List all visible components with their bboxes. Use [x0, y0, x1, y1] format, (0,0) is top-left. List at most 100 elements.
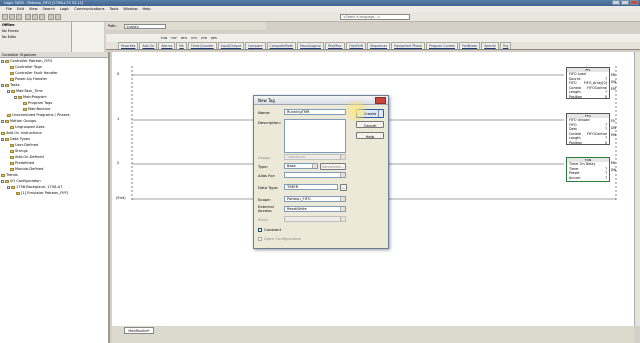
maximize-icon[interactable]	[621, 0, 629, 5]
path-select[interactable]: <none>	[124, 24, 166, 29]
name-field[interactable]: RunningTMR	[284, 109, 346, 115]
copy-icon[interactable]	[32, 14, 38, 20]
tab-bit[interactable]: Bit	[176, 42, 187, 49]
instruction-row[interactable]: Position 0	[567, 95, 609, 100]
tree-add-on-instructions[interactable]: Add-On Instructions	[1, 131, 42, 136]
collapse-icon[interactable]	[7, 186, 10, 189]
instr-ctd[interactable]: CTD	[200, 35, 208, 41]
tree-tasks[interactable]: Tasks	[1, 83, 20, 88]
collapse-icon[interactable]	[1, 138, 4, 141]
connection-button: Connection...	[320, 163, 346, 170]
tree-controller-tags[interactable]: Controller Tags	[10, 65, 42, 70]
tree-add-on-defined[interactable]: Add-On-Defined	[10, 155, 44, 160]
tree-unscheduled[interactable]: Unscheduled Programs / Phases	[7, 113, 70, 118]
tree-module-defined[interactable]: Module-Defined	[10, 167, 43, 172]
instruction-tabs: Favorites Add-On Alarms Bit Timer/Counte…	[106, 42, 640, 50]
instr-ctu[interactable]: CTU	[190, 35, 198, 41]
tree-data-types[interactable]: Data Types	[1, 137, 30, 142]
minimize-icon[interactable]	[612, 0, 620, 5]
tab-compute-math[interactable]: Compute/Math	[266, 42, 297, 49]
tree-backplane[interactable]: 1756 Backplane, 1756-A7	[7, 185, 62, 190]
tree-user-defined[interactable]: User-Defined	[10, 143, 38, 148]
tree-trends[interactable]: Trends	[1, 173, 18, 178]
instr-ton[interactable]: TON	[160, 35, 168, 41]
scope-label: Scope:	[258, 197, 271, 202]
folder-icon	[10, 72, 14, 75]
collapse-icon[interactable]	[1, 60, 4, 63]
data-type-field[interactable]: TIMER	[284, 184, 338, 190]
usage-select: <normal>	[284, 154, 346, 160]
instruction-row[interactable]: Accum?	[567, 176, 609, 181]
collapse-icon[interactable]	[1, 84, 4, 87]
tab-file-misc[interactable]: File/Misc.	[324, 42, 346, 49]
tree-emulator-module[interactable]: [1] Emulator Patreon_FIFO	[16, 191, 68, 196]
folder-icon	[10, 162, 14, 165]
tab-trig[interactable]: Trig	[499, 42, 512, 49]
tab-timer-counter[interactable]: Timer/Counter	[187, 42, 217, 49]
ton-instruction[interactable]: TON Timer On Delay Timer? Preset? Accum?	[566, 157, 610, 182]
scope-select[interactable]: Patreon_FIFO	[284, 196, 346, 202]
tree-main-routine[interactable]: MainRoutine	[23, 107, 50, 112]
tree-controller[interactable]: Controller Patreon_FIFO	[1, 59, 52, 64]
tab-alarms[interactable]: Alarms	[158, 42, 176, 49]
collapse-icon[interactable]	[1, 180, 4, 183]
tab-move-logical[interactable]: Move/Logical	[297, 42, 324, 49]
tab-input-output[interactable]: Input/Output	[217, 42, 245, 49]
tab-favorites[interactable]: Favorites	[118, 42, 139, 49]
collapse-icon[interactable]	[7, 90, 10, 93]
tab-program-control[interactable]: Program Control	[425, 42, 458, 49]
tab-main-routine[interactable]: MainRoutine*	[124, 327, 154, 334]
new-icon[interactable]	[2, 14, 8, 20]
tree-io-configuration[interactable]: I/O Configuration	[1, 179, 41, 184]
folder-icon	[5, 180, 9, 183]
cancel-button[interactable]: Cancel	[356, 121, 384, 128]
tree-power-up-handler[interactable]: Power-Up Handler	[10, 77, 47, 82]
external-access-select[interactable]: Read/Write	[284, 206, 346, 212]
constant-checkbox[interactable]	[258, 228, 262, 232]
ffu-instruction[interactable]: FFU FIFO Unload FIFO? Dest? Control FIFOC…	[566, 113, 610, 145]
tab-add-on[interactable]: Add-On	[139, 42, 158, 49]
tab-for-break[interactable]: For/Break	[458, 42, 481, 49]
tree-predefined[interactable]: Predefined	[10, 161, 34, 166]
open-icon[interactable]	[9, 14, 15, 20]
tree-program-tags[interactable]: Program Tags	[23, 101, 52, 106]
vertical-scrollbar[interactable]	[634, 52, 640, 326]
folder-icon	[5, 60, 9, 63]
tab-special[interactable]: Special	[481, 42, 499, 49]
language-select[interactable]: <Select a language...>	[340, 14, 410, 20]
chevron-down-icon[interactable]	[378, 110, 383, 117]
tree-main-program[interactable]: MainProgram	[14, 95, 47, 100]
close-icon[interactable]	[375, 97, 386, 104]
ffl-instruction[interactable]: FFL FIFO Load Source? FIFO FIFO_Array[0] …	[566, 67, 610, 99]
instr-res[interactable]: RES	[210, 35, 218, 41]
tab-file-shift[interactable]: File/Shift	[346, 42, 367, 49]
collapse-icon[interactable]	[14, 96, 17, 99]
description-field[interactable]	[284, 119, 346, 153]
tree-ungrouped-axes[interactable]: Ungrouped Axes	[10, 125, 45, 130]
cut-icon[interactable]	[25, 14, 31, 20]
instruction-row[interactable]: Position 0	[567, 141, 609, 146]
tab-sequencer[interactable]: Sequencer	[367, 42, 391, 49]
module-icon	[16, 192, 20, 195]
style-select	[284, 216, 346, 222]
tree-motion-groups[interactable]: Motion Groups	[1, 119, 36, 124]
close-icon[interactable]	[630, 0, 638, 5]
tab-equipment-phase[interactable]: Equipment Phase	[391, 42, 425, 49]
tree-strings[interactable]: Strings	[10, 149, 28, 154]
instr-tof[interactable]: TOF	[170, 35, 178, 41]
undo-icon[interactable]	[48, 14, 54, 20]
app-window: Logix 5000 - Patreon_FIFO [1756-L73 33.1…	[0, 0, 640, 343]
redo-icon[interactable]	[55, 14, 61, 20]
collapse-icon[interactable]	[1, 120, 4, 123]
coil-em: EM	[611, 87, 616, 91]
type-select[interactable]: Base	[284, 163, 318, 169]
paste-icon[interactable]	[39, 14, 45, 20]
tree-fault-handler[interactable]: Controller Fault Handler	[10, 71, 58, 76]
save-icon[interactable]	[16, 14, 22, 20]
data-type-browse-button[interactable]: ...	[340, 184, 347, 191]
instr-rto[interactable]: RTO	[180, 35, 188, 41]
tab-compare[interactable]: Compare	[245, 42, 266, 49]
alias-for-select[interactable]	[284, 172, 346, 178]
help-button[interactable]: Help	[356, 132, 384, 139]
tree-main-task[interactable]: MainTask_Tims	[7, 89, 43, 94]
